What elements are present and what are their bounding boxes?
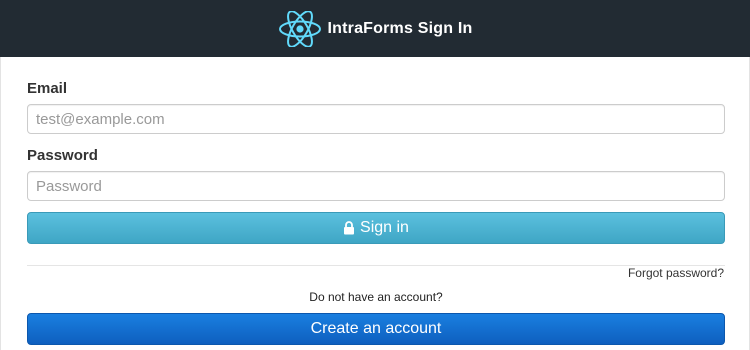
page-title: IntraForms Sign In (327, 19, 473, 37)
forgot-password-link[interactable]: Forgot password? (628, 266, 724, 280)
divider (27, 265, 725, 266)
password-label: Password (27, 147, 98, 164)
create-account-button[interactable]: Create an account (27, 313, 725, 345)
create-account-label: Create an account (310, 320, 442, 337)
sign-in-button[interactable]: Sign in (27, 212, 725, 244)
email-field[interactable] (27, 104, 725, 134)
app-header: IntraForms Sign In (0, 0, 750, 57)
sign-in-form: Email Password Sign in Forgot password? … (0, 57, 750, 350)
password-field[interactable] (27, 171, 725, 201)
sign-in-label: Sign in (360, 219, 409, 236)
lock-icon (343, 221, 355, 235)
no-account-text: Do not have an account? (309, 290, 443, 304)
react-atom-icon (278, 10, 322, 47)
email-label: Email (27, 80, 68, 97)
